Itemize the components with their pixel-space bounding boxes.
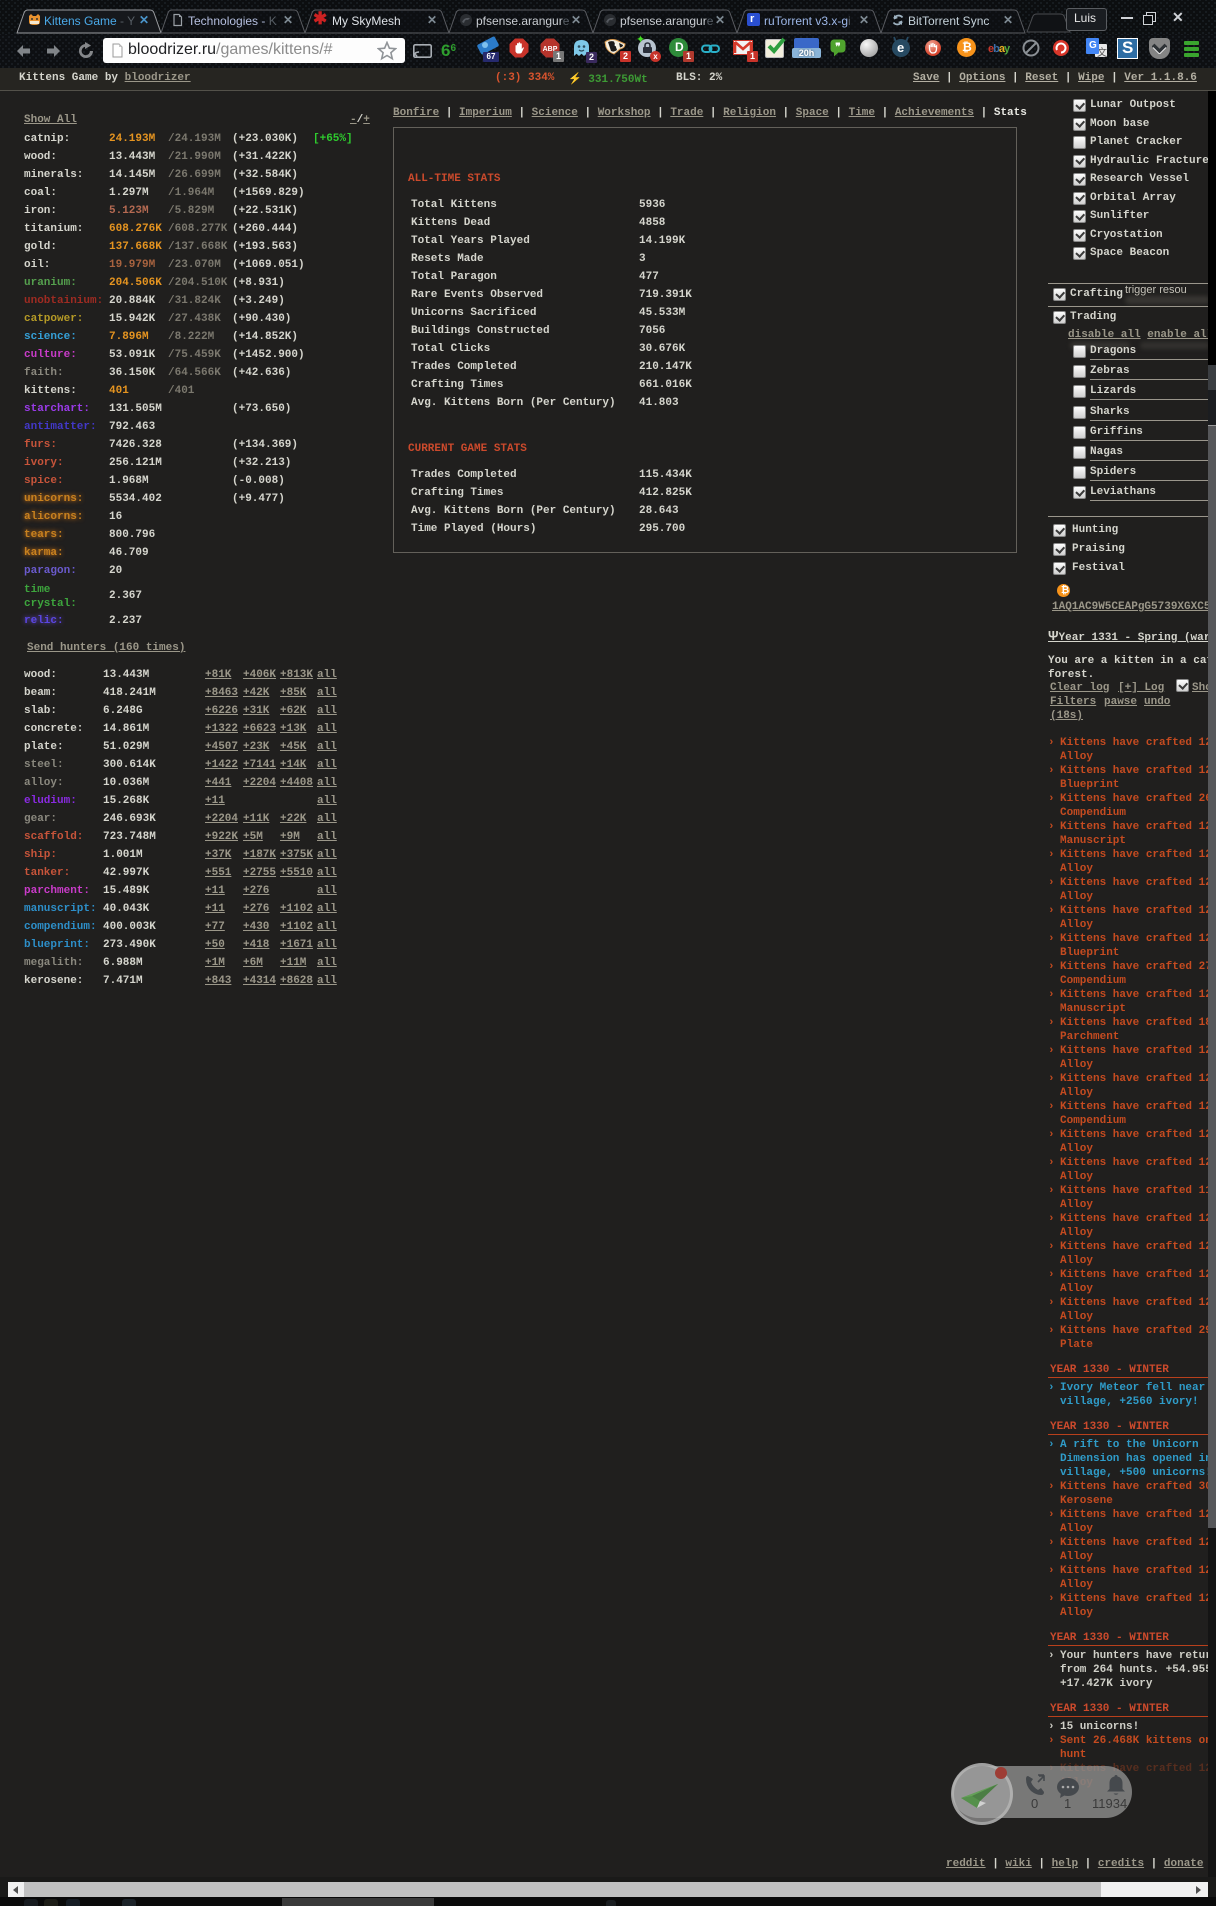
- svg-text:❞: ❞: [835, 42, 840, 53]
